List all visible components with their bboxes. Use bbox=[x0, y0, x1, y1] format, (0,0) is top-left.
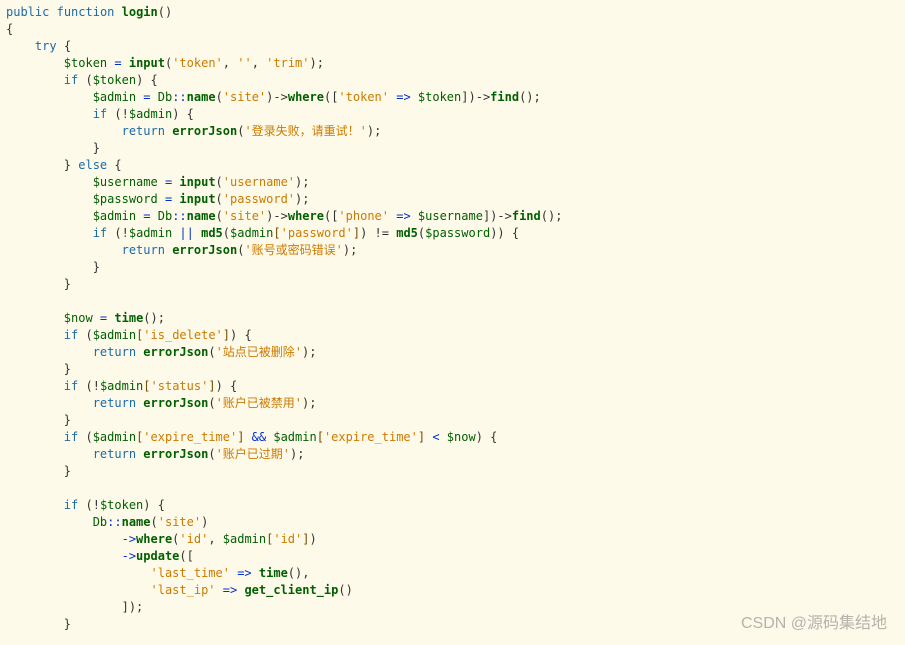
code-line: } bbox=[6, 362, 71, 376]
code-line: ->where('id', $admin['id']) bbox=[6, 532, 317, 546]
code-line: 'last_ip' => get_client_ip() bbox=[6, 583, 353, 597]
code-line: ]); bbox=[6, 600, 143, 614]
code-line: } bbox=[6, 260, 100, 274]
code-line: return errorJson('登录失败，请重试！'); bbox=[6, 124, 381, 138]
code-line: } bbox=[6, 413, 71, 427]
code-line bbox=[6, 481, 13, 495]
code-line: { bbox=[6, 22, 13, 36]
code-line bbox=[6, 294, 13, 308]
code-line: $password = input('password'); bbox=[6, 192, 309, 206]
code-line: $now = time(); bbox=[6, 311, 165, 325]
code-line: $admin = Db::name('site')->where(['token… bbox=[6, 90, 541, 104]
code-line: public function login() bbox=[6, 5, 172, 19]
code-line: if ($admin['is_delete']) { bbox=[6, 328, 252, 342]
code-line: if ($admin['expire_time'] && $admin['exp… bbox=[6, 430, 497, 444]
code-line: if (!$admin || md5($admin['password']) !… bbox=[6, 226, 519, 240]
code-line: return errorJson('账户已被禁用'); bbox=[6, 396, 316, 410]
code-line: } bbox=[6, 617, 71, 631]
code-block: public function login() { try { $token =… bbox=[0, 0, 905, 637]
code-line: if (!$admin['status']) { bbox=[6, 379, 237, 393]
code-line: } bbox=[6, 277, 71, 291]
code-line: } bbox=[6, 464, 71, 478]
code-line: ->update([ bbox=[6, 549, 194, 563]
code-line: $admin = Db::name('site')->where(['phone… bbox=[6, 209, 562, 223]
code-line: return errorJson('站点已被删除'); bbox=[6, 345, 316, 359]
code-line: } else { bbox=[6, 158, 122, 172]
code-line: if (!$admin) { bbox=[6, 107, 194, 121]
code-line: if ($token) { bbox=[6, 73, 158, 87]
code-line: 'last_time' => time(), bbox=[6, 566, 309, 580]
code-line: } bbox=[6, 141, 100, 155]
code-line: return errorJson('账号或密码错误'); bbox=[6, 243, 357, 257]
code-line: try { bbox=[6, 39, 71, 53]
code-line: $username = input('username'); bbox=[6, 175, 309, 189]
code-line: return errorJson('账户已过期'); bbox=[6, 447, 304, 461]
code-line: Db::name('site') bbox=[6, 515, 208, 529]
code-line: $token = input('token', '', 'trim'); bbox=[6, 56, 324, 70]
code-line: if (!$token) { bbox=[6, 498, 165, 512]
